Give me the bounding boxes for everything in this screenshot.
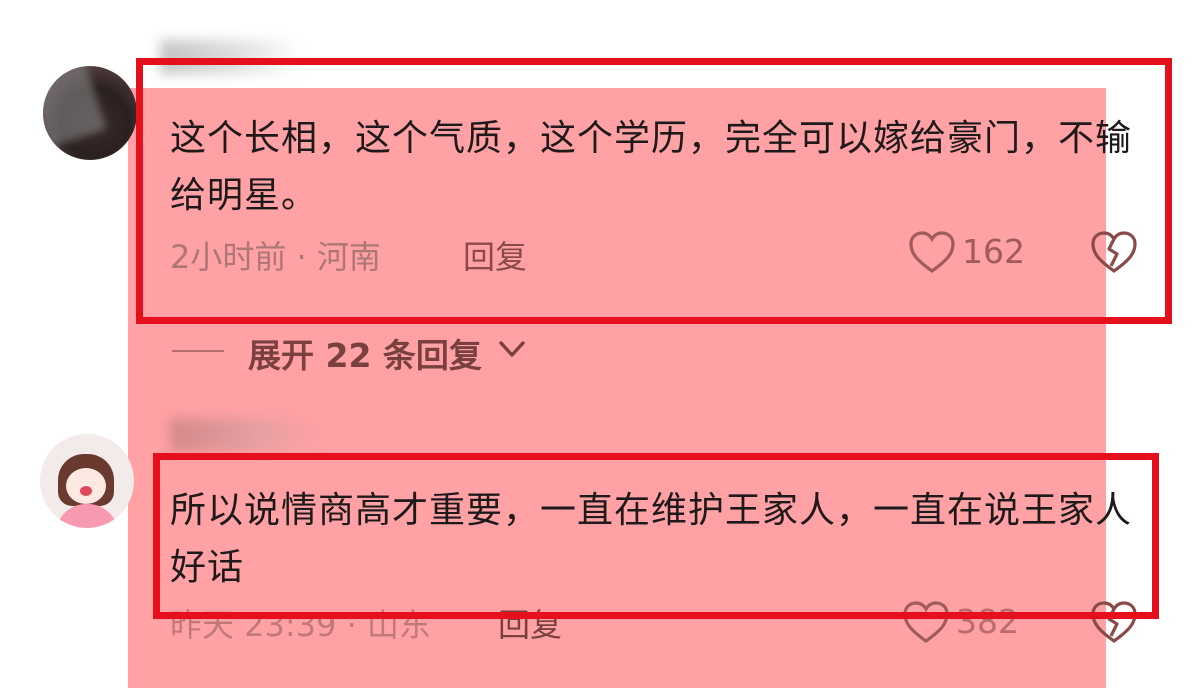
avatar-blur [43, 66, 107, 148]
expand-replies-button[interactable]: 展开 22 条回复 [248, 329, 482, 377]
avatar[interactable] [43, 66, 137, 160]
highlight-box [136, 58, 1172, 324]
chevron-down-icon[interactable] [498, 338, 526, 364]
avatar[interactable] [40, 434, 134, 528]
avatar-mouth [80, 486, 92, 496]
highlight-box [153, 453, 1159, 619]
username-blurred [170, 418, 320, 452]
avatar-dress [56, 504, 118, 528]
expand-divider [172, 350, 224, 352]
